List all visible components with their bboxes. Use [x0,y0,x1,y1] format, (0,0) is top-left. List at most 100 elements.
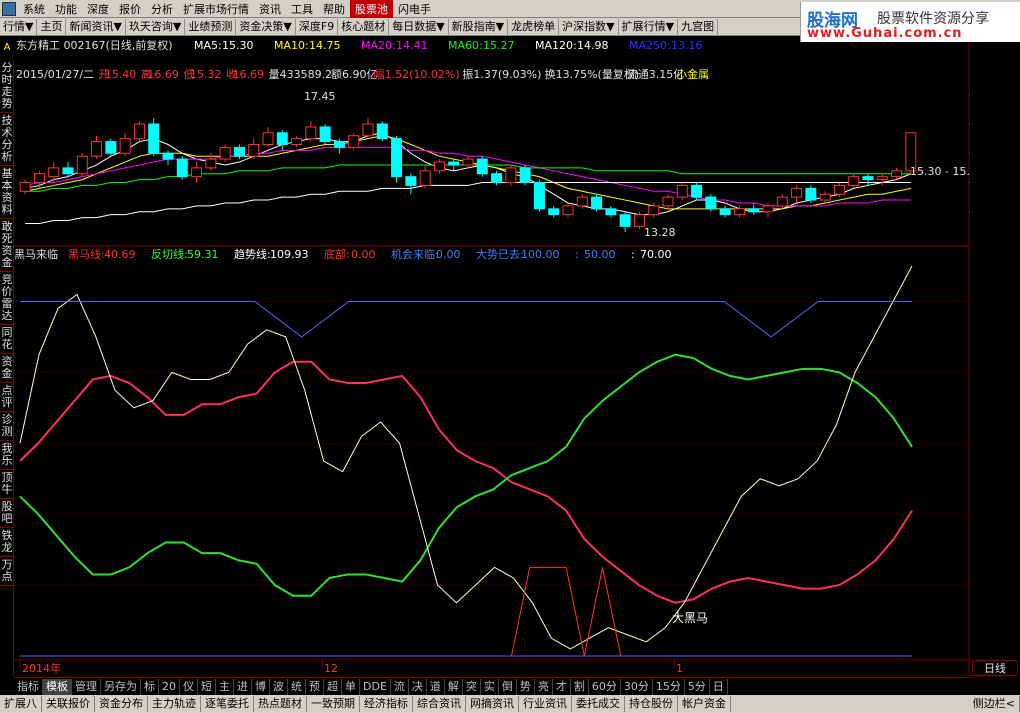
toolbar-item-9[interactable]: 新股指南▼ [449,18,509,35]
indicator-tab-27[interactable]: 割 [571,678,589,695]
sidebar-tab-5[interactable]: 同花 [0,325,14,354]
toolbar-item-11[interactable]: 沪深指数▼ [559,18,619,35]
sidebar-tab-4[interactable]: 竞价雷达 [0,272,14,325]
indicator-tab-19[interactable]: 道 [427,678,445,695]
indicator-tab-3[interactable]: 另存为 [101,678,141,695]
indicator-tab-32[interactable]: 日 [710,678,728,695]
indicator-tab-7[interactable]: 短 [198,678,216,695]
indicator-tab-25[interactable]: 亮 [535,678,553,695]
menu-item-6[interactable]: 资讯 [254,0,286,18]
indicator-tab-15[interactable]: 单 [342,678,360,695]
status-tab-9[interactable]: 网摘资讯 [466,696,519,712]
menu-item-5[interactable]: 扩展市场行情 [178,0,254,18]
indicator-tab-18[interactable]: 决 [409,678,427,695]
sidebar-tab-7[interactable]: 点评 [0,383,14,412]
status-tab-11[interactable]: 委托成交 [572,696,625,712]
status-tab-8[interactable]: 综合资讯 [413,696,466,712]
status-tab-1[interactable]: 关联报价 [42,696,95,712]
candle-body [619,214,631,227]
indicator-tab-16[interactable]: DDE [360,678,391,695]
toolbar-item-8[interactable]: 每日数据▼ [389,18,449,35]
menu-item-1[interactable]: 功能 [50,0,82,18]
dark-horse-annotation: 大黑马 [672,611,708,625]
menu-item-2[interactable]: 深度 [82,0,114,18]
sidebar-tab-1[interactable]: 技术分析 [0,113,14,166]
toolbar-item-7[interactable]: 核心题材 [338,18,390,35]
toolbar-item-10[interactable]: 龙虎榜单 [508,18,560,35]
candle-body [705,196,717,210]
toolbar-item-12[interactable]: 扩展行情▼ [619,18,679,35]
sidebar-toggle[interactable]: 侧边栏< [969,696,1020,712]
ma-label-3: MA60: [448,39,483,52]
ma-label-2: MA20: [361,39,396,52]
menu-item-9[interactable]: 股票池 [350,0,393,18]
toolbar-item-2[interactable]: 新闻资讯▼ [66,18,126,35]
indicator-tab-1[interactable]: 模板 [43,678,72,695]
status-tab-2[interactable]: 资金分布 [95,696,148,712]
sidebar-tab-3[interactable]: 敢死资金 [0,219,14,272]
status-tab-0[interactable]: 扩展八 [0,696,42,712]
status-tab-3[interactable]: 主力轨迹 [148,696,201,712]
status-tab-6[interactable]: 一致预期 [307,696,360,712]
status-tab-7[interactable]: 经济指标 [360,696,413,712]
indicator-tab-23[interactable]: 倒 [499,678,517,695]
indicator-tab-26[interactable]: 才 [553,678,571,695]
status-tab-12[interactable]: 持仓股份 [625,696,678,712]
sidebar-tab-11[interactable]: 股吧 [0,499,14,528]
indicator-tab-24[interactable]: 势 [517,678,535,695]
sidebar-tab-6[interactable]: 资金 [0,354,14,383]
indicator-tab-5[interactable]: 20 [159,678,180,695]
indicator-tab-13[interactable]: 预 [306,678,324,695]
toolbar-item-4[interactable]: 业绩预测 [185,18,237,35]
indicator-tab-8[interactable]: 主 [216,678,234,695]
indicator-tab-28[interactable]: 60分 [589,678,621,695]
indicator-tab-6[interactable]: 仪 [180,678,198,695]
indicator-tab-11[interactable]: 波 [270,678,288,695]
status-tab-10[interactable]: 行业资讯 [519,696,572,712]
menu-item-10[interactable]: 闪电手 [393,0,436,18]
toolbar-item-5[interactable]: 资金决策▼ [236,18,296,35]
indicator-tabs: 指标 模板 管理 另存为标 20 仪短主进博波统预超单 DDE 流决道解突实倒势亮才割 60分 3… [14,677,972,695]
toolbar-item-0[interactable]: 行情▼ [0,18,38,35]
sidebar-tab-2[interactable]: 基本资料 [0,166,14,219]
indicator-tab-22[interactable]: 实 [481,678,499,695]
candle-body [691,184,703,198]
sidebar-tab-9[interactable]: 我乐 [0,441,14,470]
toolbar-item-3[interactable]: 玖天咨询▼ [126,18,186,35]
info-date: 2015/01/27/二 [16,68,94,81]
menu-item-0[interactable]: 系统 [18,0,50,18]
indicator-tab-12[interactable]: 统 [288,678,306,695]
menu-item-4[interactable]: 分析 [146,0,178,18]
chart-area[interactable]: 东方精工 002167(日线,前复权) MA5: 15.30 MA10: 14.75 MA… [14,36,970,676]
indicator-tab-17[interactable]: 流 [391,678,409,695]
indicator-tab-10[interactable]: 博 [252,678,270,695]
indicator-tab-0[interactable]: 指标 [14,678,43,695]
indicator-tab-4[interactable]: 标 [141,678,159,695]
toolbar-item-13[interactable]: 九宫图 [678,18,719,35]
toolbar-item-1[interactable]: 主页 [37,18,67,35]
indicator-tab-21[interactable]: 突 [463,678,481,695]
sidebar-tab-13[interactable]: 万点 [0,557,14,586]
sidebar-tab-8[interactable]: 诊测 [0,412,14,441]
indicator-tab-14[interactable]: 超 [324,678,342,695]
indicator-tab-9[interactable]: 进 [234,678,252,695]
menu-item-3[interactable]: 报价 [114,0,146,18]
indicator-tab-20[interactable]: 解 [445,678,463,695]
sidebar-tab-0[interactable]: 分时走势 [0,60,14,113]
indicator-tab-29[interactable]: 30分 [621,678,653,695]
indicator-tab-2[interactable]: 管理 [72,678,101,695]
candle-body [276,132,288,145]
menu-item-7[interactable]: 工具 [286,0,318,18]
indicator-tab-31[interactable]: 5分 [685,678,710,695]
menu-item-8[interactable]: 帮助 [318,0,350,18]
indicator-label-6: : [575,248,579,261]
period-label[interactable]: 日线 [972,660,1018,676]
status-tab-4[interactable]: 逐笔委托 [201,696,254,712]
status-tab-13[interactable]: 帐户资金 [678,696,731,712]
indicator-tab-30[interactable]: 15分 [653,678,685,695]
kline-chart[interactable]: 东方精工 002167(日线,前复权) MA5: 15.30 MA10: 14.75 MA… [14,36,970,676]
sidebar-tab-12[interactable]: 铁龙 [0,528,14,557]
sidebar-tab-10[interactable]: 顶牛 [0,470,14,499]
toolbar-item-6[interactable]: 深度F9 [296,18,339,35]
status-tab-5[interactable]: 热点题材 [254,696,307,712]
